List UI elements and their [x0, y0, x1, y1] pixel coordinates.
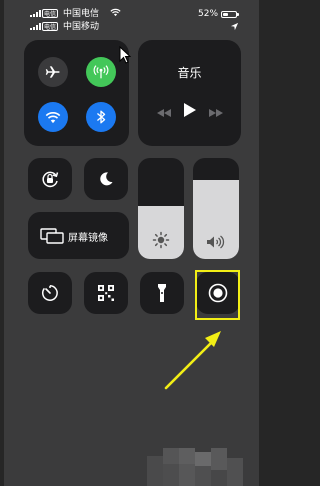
pointer-arrow-icon: [164, 331, 221, 390]
control-center: 电信 中国电信 52% 电信 中国移动 音乐 屏幕镜像: [4, 0, 259, 486]
blurred-region: [147, 448, 243, 486]
